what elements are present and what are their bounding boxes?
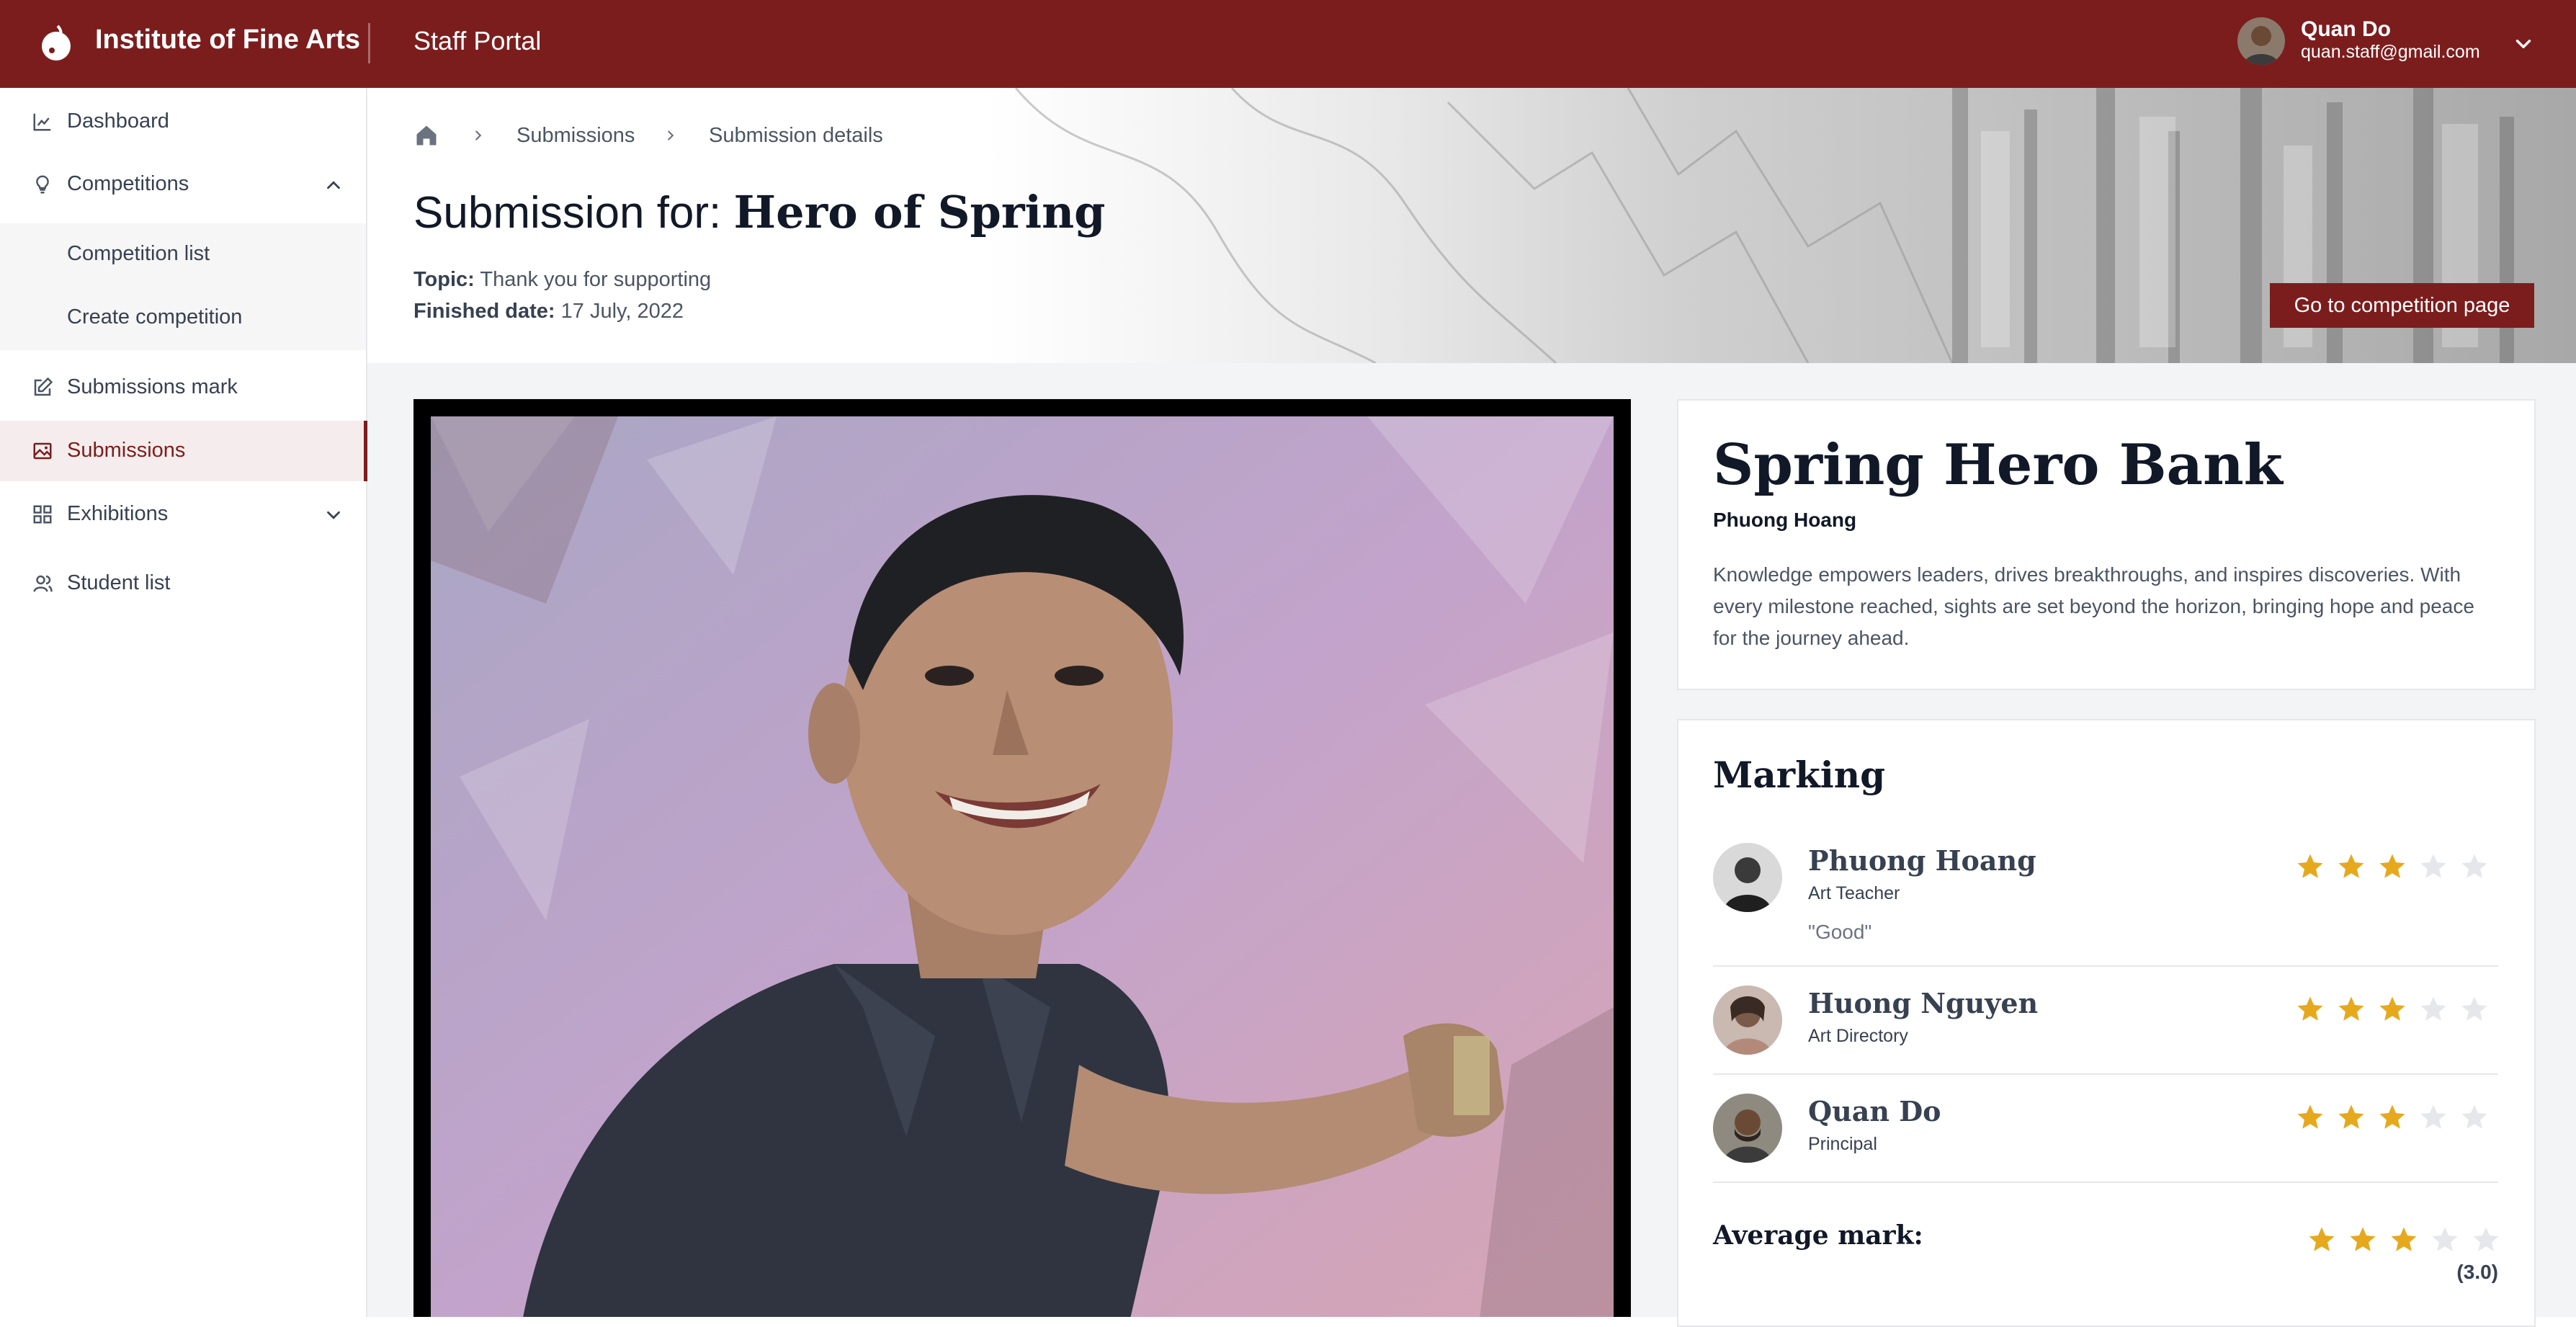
chart-icon bbox=[33, 113, 51, 131]
submission-artwork-frame bbox=[413, 399, 1631, 1317]
star-empty-icon bbox=[2461, 996, 2487, 1021]
divider bbox=[1713, 1073, 2498, 1075]
finished-date-label: Finished date: bbox=[413, 300, 555, 323]
average-rating bbox=[2307, 1225, 2501, 1255]
user-avatar[interactable] bbox=[2237, 17, 2285, 65]
star-filled-icon bbox=[2391, 1227, 2417, 1251]
sidebar-item-label: Exhibitions bbox=[67, 502, 169, 525]
star-filled-icon bbox=[2379, 996, 2405, 1021]
header-divider bbox=[368, 23, 370, 63]
page-title-name: Hero of Spring bbox=[733, 186, 1106, 238]
marker-avatar bbox=[1713, 843, 1782, 912]
sidebar-item-label: Submissions mark bbox=[67, 375, 238, 398]
submission-author: Phuong Hoang bbox=[1713, 509, 1857, 531]
page-title: Submission for: Hero of Spring bbox=[413, 186, 1106, 238]
star-filled-icon bbox=[2338, 996, 2364, 1021]
user-name: Quan Do bbox=[2301, 17, 2391, 41]
sidebar-item-label: Submissions bbox=[67, 439, 186, 462]
sidebar-item-label: Dashboard bbox=[67, 110, 169, 133]
competitions-submenu: Competition list Create competition bbox=[0, 223, 366, 350]
star-filled-icon bbox=[2297, 996, 2323, 1021]
home-icon[interactable] bbox=[413, 122, 439, 148]
sidebar-item-create-competition[interactable]: Create competition bbox=[67, 305, 242, 329]
submission-title: Spring Hero Bank bbox=[1713, 432, 2283, 498]
star-empty-icon bbox=[2420, 854, 2446, 878]
page-title-prefix: Submission for: bbox=[413, 188, 722, 238]
star-filled-icon bbox=[2338, 1104, 2364, 1129]
marker-name: Quan Do bbox=[1808, 1095, 1941, 1127]
star-empty-icon bbox=[2420, 996, 2446, 1021]
chevron-down-icon[interactable] bbox=[323, 504, 344, 526]
top-header: Institute of Fine Arts Staff Portal Quan… bbox=[0, 0, 2576, 88]
user-email: quan.staff@gmail.com bbox=[2301, 42, 2480, 62]
portal-name: Staff Portal bbox=[413, 26, 542, 55]
image-icon bbox=[33, 442, 52, 460]
sidebar-item-competition-list[interactable]: Competition list bbox=[67, 242, 210, 266]
finished-date-value: 17 July, 2022 bbox=[560, 300, 684, 323]
submission-description: Knowledge empowers leaders, drives break… bbox=[1713, 563, 2474, 649]
sidebar-item-exhibitions[interactable]: Exhibitions bbox=[0, 484, 366, 545]
sidebar-item-dashboard[interactable]: Dashboard bbox=[0, 91, 366, 152]
submission-artwork-image[interactable] bbox=[431, 416, 1614, 1317]
star-empty-icon bbox=[2461, 854, 2487, 878]
breadcrumb-submission-details: Submission details bbox=[709, 124, 883, 147]
sidebar: Dashboard Competitions Competition list … bbox=[0, 88, 367, 1317]
breadcrumb-submissions[interactable]: Submissions bbox=[516, 124, 635, 148]
topic-label: Topic: bbox=[413, 268, 475, 291]
star-filled-icon bbox=[2379, 854, 2405, 878]
brand-name[interactable]: Institute of Fine Arts bbox=[95, 24, 360, 55]
chevron-up-icon[interactable] bbox=[323, 174, 344, 196]
star-empty-icon bbox=[2420, 1104, 2446, 1129]
chevron-down-icon[interactable] bbox=[2511, 32, 2536, 56]
topic-line: Topic: Thank you for supporting bbox=[413, 268, 711, 292]
star-empty-icon bbox=[2461, 1104, 2487, 1129]
finished-date-line: Finished date: 17 July, 2022 bbox=[413, 300, 684, 323]
grid-icon bbox=[33, 505, 52, 524]
marker-comment: "Good" bbox=[1808, 921, 1872, 943]
marker-name: Phuong Hoang bbox=[1808, 844, 2036, 877]
star-filled-icon bbox=[2379, 1104, 2405, 1129]
sidebar-item-label: Competitions bbox=[67, 172, 189, 195]
topic-value: Thank you for supporting bbox=[480, 268, 712, 291]
marker-name: Huong Nguyen bbox=[1808, 987, 2039, 1019]
star-filled-icon bbox=[2297, 1104, 2323, 1129]
star-empty-icon bbox=[2432, 1227, 2458, 1251]
sidebar-item-submissions[interactable]: Submissions bbox=[0, 421, 367, 481]
edit-icon bbox=[34, 377, 53, 396]
marker-rating bbox=[2295, 852, 2490, 882]
marker-avatar bbox=[1713, 986, 1782, 1055]
users-icon bbox=[33, 575, 53, 592]
sidebar-item-student-list[interactable]: Student list bbox=[0, 553, 366, 614]
marker-role: Art Directory bbox=[1808, 1026, 1908, 1046]
star-filled-icon bbox=[2297, 854, 2323, 878]
divider bbox=[1713, 965, 2498, 967]
marking-title: Marking bbox=[1713, 754, 1886, 796]
sidebar-item-competitions[interactable]: Competitions bbox=[0, 154, 366, 215]
marker-rating bbox=[2295, 1102, 2490, 1132]
sidebar-item-label: Student list bbox=[67, 571, 171, 594]
average-mark-value: (3.0) bbox=[2456, 1261, 2498, 1283]
chevron-right-icon bbox=[668, 130, 674, 140]
chevron-right-icon bbox=[475, 130, 482, 140]
average-mark-label: Average mark: bbox=[1713, 1220, 1923, 1251]
marker-rating bbox=[2295, 994, 2490, 1024]
palette-logo-icon[interactable] bbox=[36, 22, 79, 65]
sidebar-item-submissions-mark[interactable]: Submissions mark bbox=[0, 357, 366, 418]
divider bbox=[1713, 1181, 2498, 1183]
star-filled-icon bbox=[2350, 1227, 2376, 1251]
marker-role: Principal bbox=[1808, 1134, 1877, 1154]
go-to-competition-button[interactable]: Go to competition page bbox=[2270, 283, 2534, 328]
star-filled-icon bbox=[2309, 1227, 2335, 1251]
star-empty-icon bbox=[2473, 1227, 2499, 1251]
lightbulb-icon bbox=[36, 175, 49, 194]
marker-role: Art Teacher bbox=[1808, 883, 1900, 903]
star-filled-icon bbox=[2338, 854, 2364, 878]
marker-avatar bbox=[1713, 1094, 1782, 1163]
